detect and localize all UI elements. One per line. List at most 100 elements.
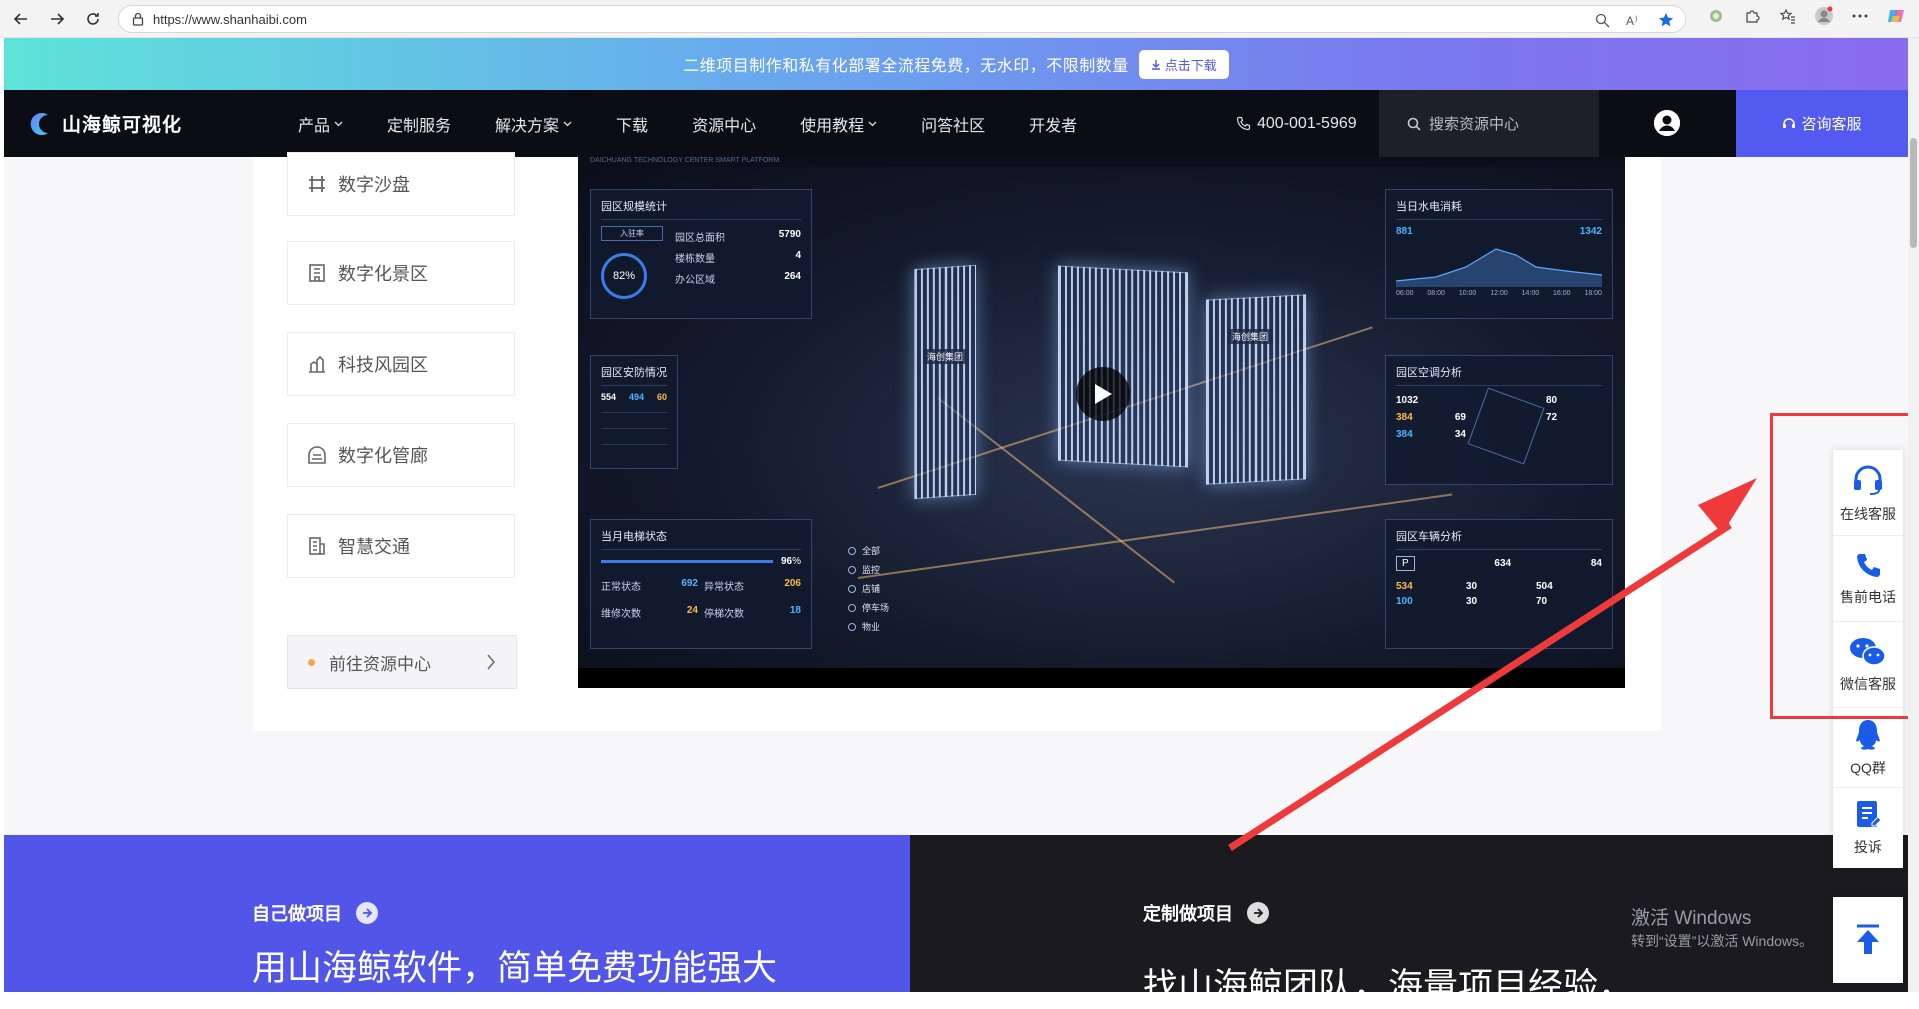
- more-menu-icon[interactable]: [1849, 5, 1871, 27]
- category-item-pipe-gallery[interactable]: 数字化管廊: [287, 423, 515, 487]
- panel-title: 园区安防情况: [601, 364, 667, 386]
- stat-value: 5790: [778, 229, 801, 240]
- goto-label: 前往资源中心: [329, 654, 431, 674]
- time-tick: 18:00: [1584, 290, 1602, 297]
- promo-text: 二维项目制作和私有化部署全流程免费，无水印，不限制数量: [683, 58, 1129, 75]
- stat-row: 72: [1546, 409, 1557, 426]
- side-item-qq-group[interactable]: QQ群: [1833, 708, 1903, 788]
- stat-label: 正常状态: [601, 582, 641, 593]
- consult-service-button[interactable]: 咨询客服: [1736, 90, 1908, 157]
- stat-row: 1032: [1396, 392, 1466, 409]
- category-item-digital-scenic[interactable]: 数字化景区: [287, 241, 515, 305]
- promo-banner: 二维项目制作和私有化部署全流程免费，无水印，不限制数量 点击下载: [4, 38, 1908, 90]
- copilot-icon[interactable]: [1885, 5, 1907, 27]
- aircon-energy: 72: [1546, 412, 1558, 423]
- nav-label: 定制服务: [387, 117, 452, 135]
- security-normal-value: 494: [628, 392, 645, 402]
- legend-marker: [848, 546, 856, 555]
- chevron-down-icon: [334, 121, 343, 126]
- scrollbar-thumb[interactable]: [1910, 138, 1917, 248]
- hotline[interactable]: 400-001-5969: [1236, 90, 1357, 157]
- time-tick: 16:00: [1553, 290, 1571, 297]
- extensions-puzzle-icon[interactable]: [1741, 5, 1763, 27]
- vehicle-ground-used: 30: [1466, 581, 1478, 592]
- stat-value: 264: [784, 271, 801, 282]
- category-item-tech-park[interactable]: 科技风园区: [287, 332, 515, 396]
- security-table: [601, 412, 667, 460]
- address-bar[interactable]: https://www.shanhaibi.com A): [118, 5, 1686, 33]
- side-item-complaint[interactable]: 投诉: [1833, 788, 1903, 868]
- demo-video-player[interactable]: DAICHUANG TECHNOLOGY CENTER SMART PLATFO…: [578, 157, 1625, 688]
- play-icon: [1095, 384, 1112, 404]
- custom-project-link[interactable]: 定制做项目: [1143, 900, 1269, 926]
- back-icon[interactable]: [6, 4, 36, 34]
- map-legend: 全部 监控 店铺 停车场 物业: [848, 544, 889, 639]
- sandbox-icon: [306, 173, 328, 195]
- user-avatar-icon[interactable]: [1654, 110, 1680, 136]
- rate-gauge: 82%: [601, 253, 647, 299]
- aircon-device: 80: [1546, 395, 1558, 406]
- page-scrollbar[interactable]: [1908, 38, 1919, 992]
- read-aloud-icon[interactable]: A): [1623, 9, 1645, 31]
- refresh-icon[interactable]: [78, 4, 108, 34]
- favorite-star-icon[interactable]: [1655, 9, 1677, 31]
- nav-item-solutions[interactable]: 解决方案: [473, 90, 594, 157]
- panel-elevator-status: 当月电梯状态 96% 正常状态 692 异常状态 206 维修次数 24 停梯次数 18: [590, 519, 812, 649]
- safe-index-value: 96: [780, 556, 793, 567]
- legend-label: 店铺: [862, 584, 881, 594]
- legend-marker: [848, 603, 856, 612]
- category-label: 科技风园区: [338, 355, 428, 375]
- search-box[interactable]: 搜索资源中心: [1379, 90, 1599, 157]
- legend-marker: [848, 565, 856, 574]
- play-button[interactable]: [1076, 367, 1130, 421]
- chevron-right-icon: [487, 654, 495, 670]
- forward-icon[interactable]: [42, 4, 72, 34]
- stat-value: 692: [681, 578, 698, 589]
- favorites-list-icon[interactable]: [1777, 5, 1799, 27]
- nav-label: 解决方案: [495, 117, 560, 135]
- pipe-gallery-icon: [306, 444, 328, 466]
- nav-label: 产品: [298, 117, 331, 135]
- phone-icon: [1236, 116, 1251, 131]
- legend-item[interactable]: 全部: [848, 544, 889, 557]
- browser-toolbar: https://www.shanhaibi.com A): [0, 0, 1919, 38]
- nav-item-download[interactable]: 下载: [594, 90, 670, 157]
- extension-green-icon[interactable]: [1705, 5, 1727, 27]
- stat-label: 楼栋数量: [675, 254, 715, 265]
- back-to-top-button[interactable]: [1833, 897, 1903, 983]
- stat-row: 异常状态 206: [704, 575, 801, 596]
- nav-menu: 产品 定制服务 解决方案 下载 资源中心 使用教程 问答社区 开发者: [276, 90, 1099, 157]
- rate-value: 82: [612, 270, 626, 282]
- legend-item[interactable]: 物业: [848, 620, 889, 633]
- category-item-digital-sandbox[interactable]: 数字沙盘: [287, 152, 515, 216]
- panel-vehicle-analysis: 园区车辆分析 P 634 84 534 30 504 100 30 70: [1385, 519, 1613, 649]
- nav-item-custom-service[interactable]: 定制服务: [365, 90, 473, 157]
- legend-item[interactable]: 店铺: [848, 582, 889, 595]
- video-bottom-bar: [578, 668, 1625, 688]
- site-logo[interactable]: 山海鲸可视化: [26, 110, 266, 138]
- diy-project-link[interactable]: 自己做项目: [252, 900, 378, 926]
- goto-resource-center-button[interactable]: 前往资源中心: [287, 635, 517, 689]
- category-item-smart-traffic[interactable]: 智慧交通: [287, 514, 515, 578]
- nav-item-product[interactable]: 产品: [276, 90, 365, 157]
- stat-row: 维修次数 24: [601, 602, 698, 623]
- stat-row: 384 34: [1396, 426, 1466, 443]
- zoom-icon[interactable]: [1591, 9, 1613, 31]
- security-fault-value: 60: [656, 392, 667, 402]
- nav-item-developer[interactable]: 开发者: [1007, 90, 1099, 157]
- vehicle-ground-free: 30: [1466, 596, 1478, 607]
- legend-label: 监控: [862, 565, 881, 575]
- nav-item-tutorials[interactable]: 使用教程: [778, 90, 899, 157]
- nav-item-qa-community[interactable]: 问答社区: [899, 90, 1007, 157]
- annotation-highlight-box: [1770, 413, 1917, 719]
- legend-item[interactable]: 停车场: [848, 601, 889, 614]
- nav-item-resource-center[interactable]: 资源中心: [670, 90, 778, 157]
- legend-item[interactable]: 监控: [848, 563, 889, 576]
- profile-icon[interactable]: [1813, 5, 1835, 27]
- building-tower: [914, 264, 976, 500]
- category-label: 数字化景区: [338, 264, 428, 284]
- download-button[interactable]: 点击下载: [1138, 49, 1229, 79]
- water-value: 881: [1396, 226, 1413, 237]
- hotline-number: 400-001-5969: [1257, 114, 1357, 132]
- video-header-text: DAICHUANG TECHNOLOGY CENTER SMART PLATFO…: [578, 157, 1625, 167]
